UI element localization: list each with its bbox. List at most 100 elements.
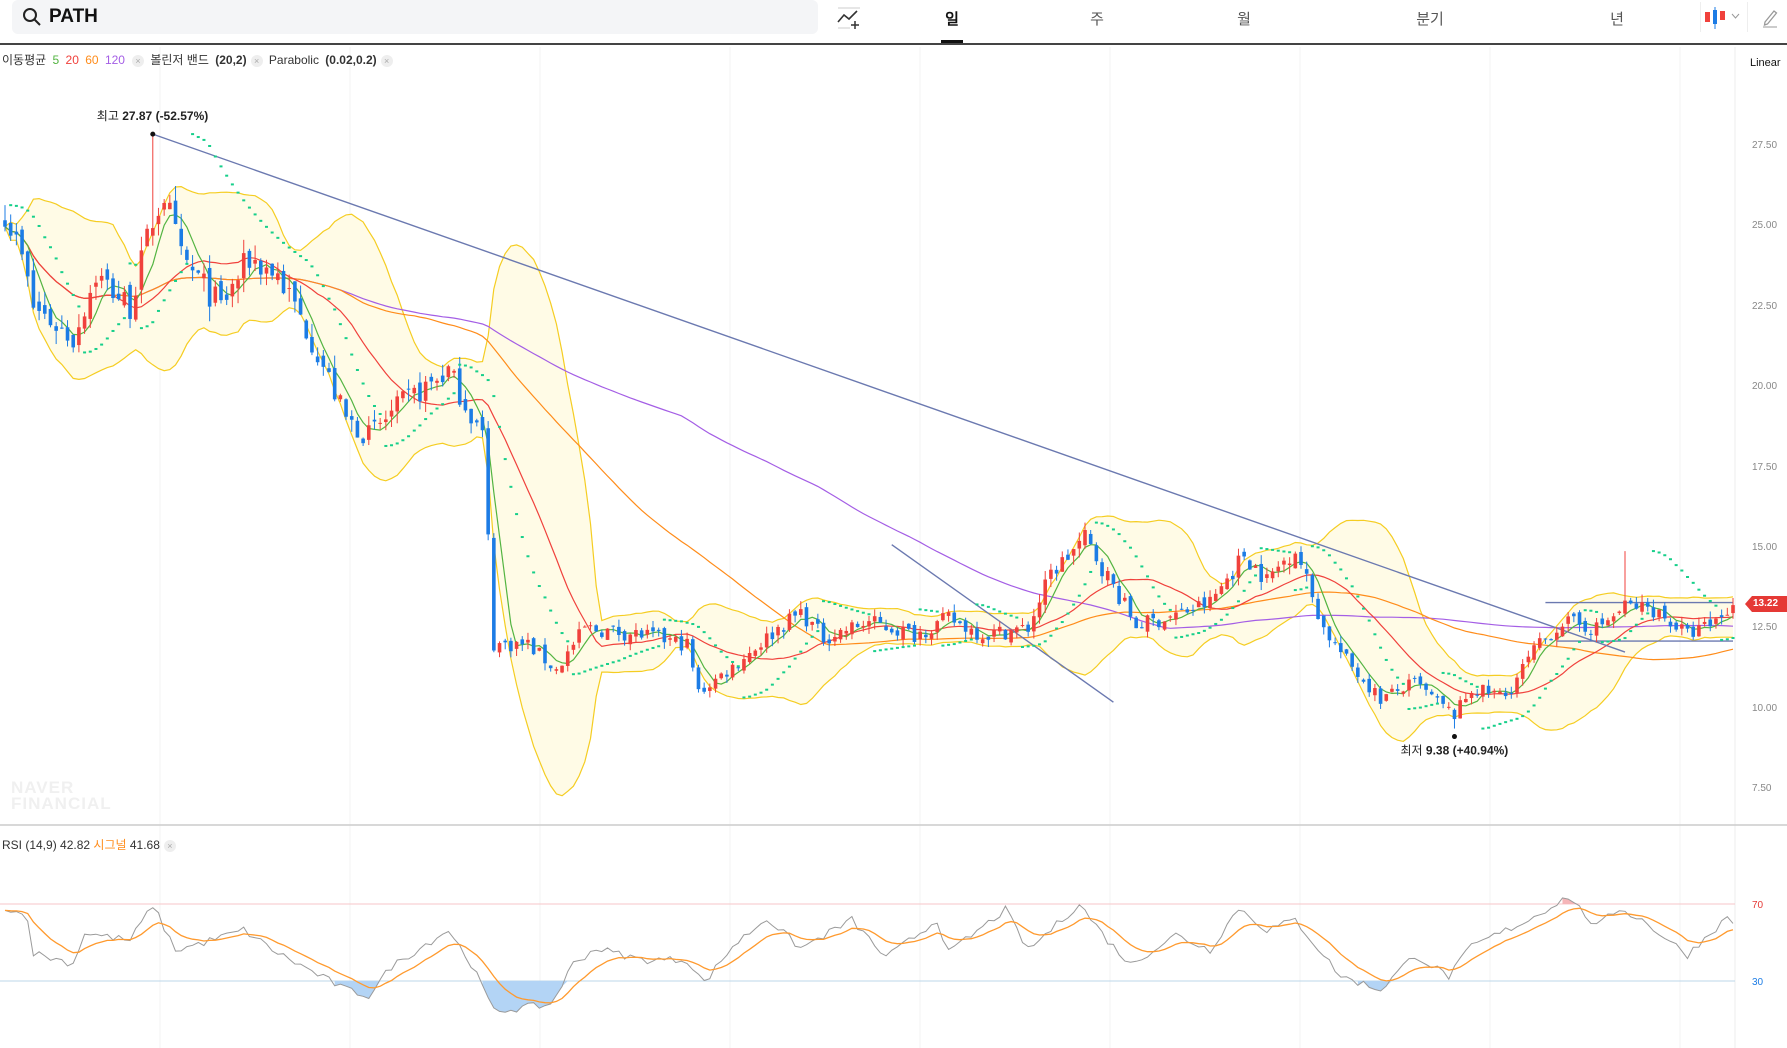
- remove-ma-button[interactable]: ×: [131, 55, 144, 67]
- scale-mode-toggle[interactable]: Linear: [1750, 57, 1781, 69]
- candle-body: [1367, 678, 1372, 693]
- psar-dot: [696, 625, 700, 628]
- psar-dot: [1180, 635, 1184, 638]
- psar-dot: [1066, 612, 1070, 615]
- tab-quarter[interactable]: 분기: [1416, 8, 1444, 29]
- pencil-icon[interactable]: [1761, 8, 1779, 28]
- candle-body: [179, 228, 184, 247]
- psar-dot: [1617, 638, 1621, 641]
- psar-dot: [537, 585, 541, 588]
- candle-body: [958, 621, 962, 624]
- candle-body: [634, 630, 638, 637]
- candle-body: [1287, 563, 1292, 566]
- psar-dot: [651, 646, 655, 649]
- candle-body: [850, 622, 854, 635]
- candle-body: [8, 223, 13, 236]
- psar-dot: [1373, 633, 1377, 636]
- search-input[interactable]: PATH: [12, 0, 818, 34]
- psar-dot: [1452, 674, 1456, 677]
- candle-body: [1378, 688, 1383, 704]
- psar-dot: [793, 657, 797, 660]
- candle-body: [833, 636, 837, 642]
- candle-body: [1668, 621, 1673, 627]
- candle-body: [247, 250, 252, 268]
- price-chart[interactable]: 최고 27.87 (-52.57%) 최저 9.38 (+40.94%) 70 30: [0, 0, 1787, 1048]
- candle-body: [258, 260, 263, 275]
- candle-body: [725, 674, 729, 677]
- candle-body: [94, 282, 98, 287]
- psar-dot: [1543, 687, 1547, 690]
- candle-body: [1458, 700, 1462, 719]
- psar-dot: [100, 343, 104, 346]
- candle: [1327, 626, 1332, 648]
- candle-body: [463, 399, 468, 411]
- candle-body: [128, 284, 132, 319]
- candle-body: [338, 395, 343, 400]
- tab-day[interactable]: 일: [945, 8, 959, 29]
- candle-body: [719, 673, 724, 679]
- candle-body: [14, 231, 19, 235]
- candle: [1452, 708, 1457, 729]
- psar-dot: [679, 620, 683, 623]
- psar-dot: [799, 650, 803, 653]
- candle: [304, 318, 309, 340]
- candlestick-icon[interactable]: [1703, 6, 1727, 30]
- candle-body: [105, 269, 110, 280]
- candle: [497, 641, 502, 658]
- remove-rsi-button[interactable]: ×: [163, 840, 176, 852]
- psar-dot: [1174, 636, 1178, 639]
- candle-body: [1259, 563, 1264, 582]
- psar-dot: [1731, 637, 1735, 640]
- psar-dot: [361, 382, 365, 385]
- candle-body: [747, 653, 752, 663]
- candle-body: [1049, 569, 1053, 579]
- remove-bb-button[interactable]: ×: [250, 55, 263, 67]
- candle: [537, 647, 542, 652]
- candle-body: [1611, 616, 1616, 622]
- tab-year[interactable]: 년: [1610, 8, 1624, 29]
- psar-dot: [1140, 565, 1144, 568]
- rsi-label: RSI (14,9): [2, 838, 57, 852]
- tab-week[interactable]: 주: [1090, 8, 1104, 29]
- psar-dot: [1481, 727, 1485, 730]
- candle-body: [446, 366, 451, 378]
- candle-body: [1509, 692, 1514, 694]
- psar-dot: [1236, 600, 1240, 603]
- candle-body: [1532, 645, 1536, 660]
- chevron-down-icon[interactable]: [1731, 13, 1740, 19]
- psar-dot: [907, 645, 911, 648]
- candle-body: [77, 327, 81, 346]
- candle-body: [202, 273, 206, 279]
- candle-body: [526, 639, 530, 643]
- candle-body: [1520, 664, 1525, 679]
- tab-month[interactable]: 월: [1237, 8, 1251, 29]
- candle-body: [1230, 575, 1235, 580]
- candle-body: [1276, 566, 1281, 572]
- psar-dot: [964, 639, 968, 642]
- psar-dot: [213, 155, 217, 158]
- candle-body: [787, 613, 792, 630]
- candle-body: [37, 301, 41, 311]
- candle-body: [1537, 638, 1542, 648]
- candle-body: [270, 263, 274, 276]
- candle-body: [1185, 609, 1190, 613]
- psar-dot: [850, 608, 854, 611]
- candle-body: [304, 320, 309, 339]
- add-indicator-icon[interactable]: [836, 6, 862, 30]
- psar-dot: [1526, 710, 1530, 713]
- psar-dot: [134, 263, 138, 266]
- candle-body: [702, 687, 706, 692]
- psar-dot: [338, 323, 342, 326]
- candle-body: [173, 200, 178, 224]
- candle-body: [1560, 626, 1565, 637]
- candle-body: [986, 636, 991, 640]
- candle-body: [1020, 625, 1025, 627]
- candle-body: [253, 259, 257, 264]
- remove-psar-button[interactable]: ×: [380, 55, 393, 67]
- candle: [1321, 615, 1326, 635]
- psar-dot: [1146, 575, 1150, 578]
- candle-body: [1037, 602, 1042, 618]
- psar-dot: [350, 353, 354, 356]
- candle-body: [1293, 553, 1298, 569]
- candle-body: [1486, 685, 1491, 694]
